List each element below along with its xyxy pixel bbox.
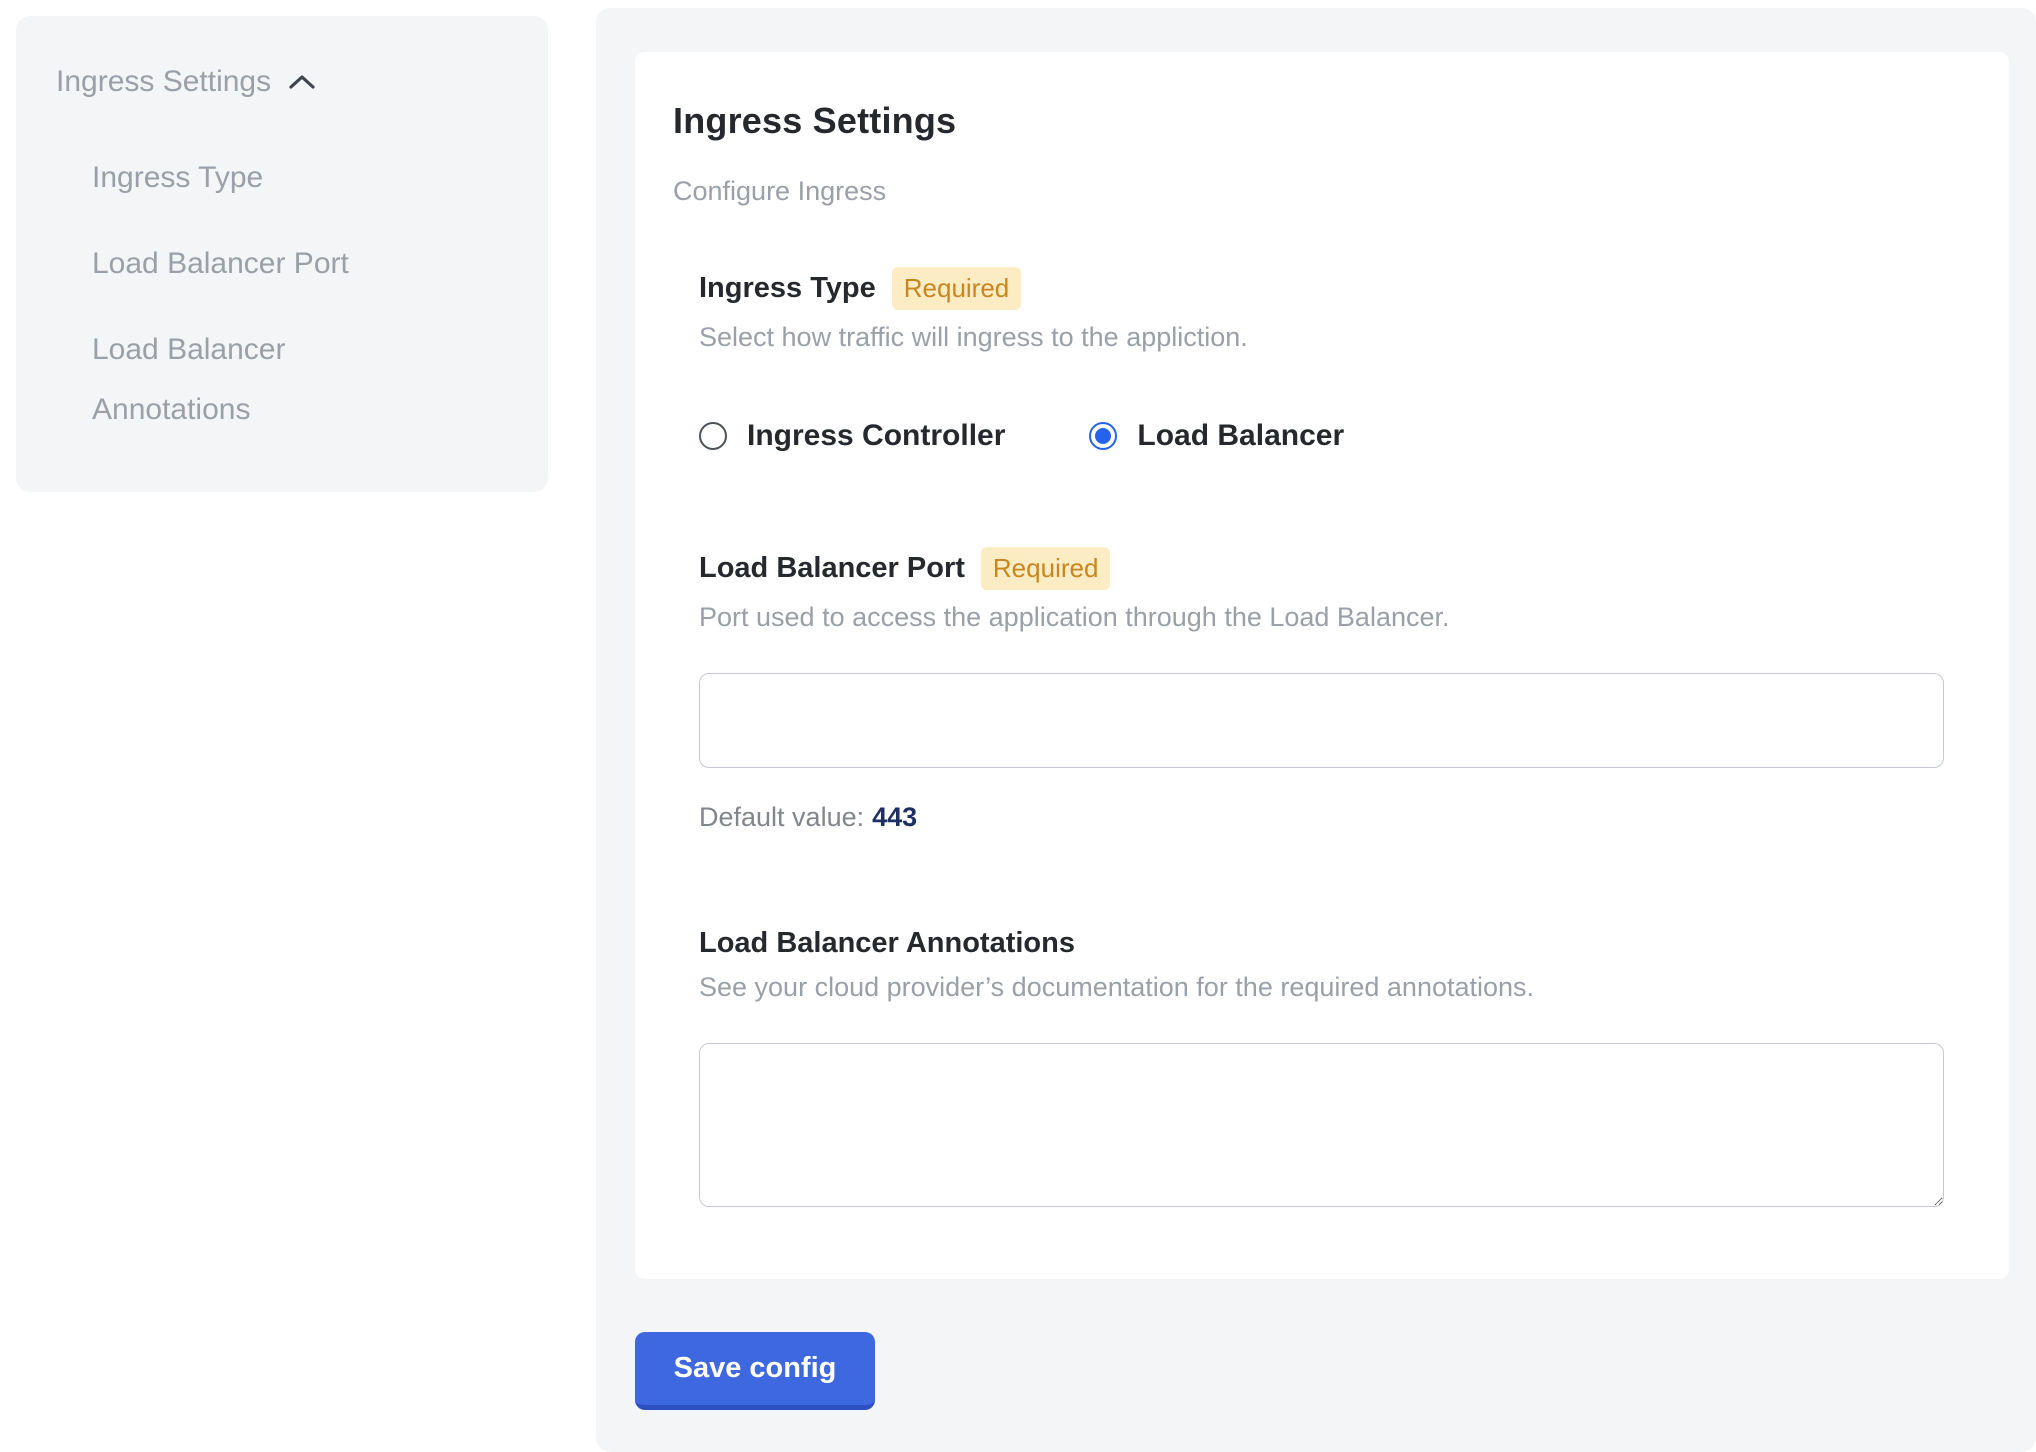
page-subtitle: Configure Ingress bbox=[673, 176, 1971, 207]
sidebar-item-ingress-type[interactable]: Ingress Type bbox=[92, 148, 432, 208]
lb-port-input[interactable] bbox=[699, 673, 1944, 768]
lb-port-default-row: Default value: 443 bbox=[699, 802, 1971, 833]
ingress-type-description: Select how traffic will ingress to the a… bbox=[699, 322, 1971, 353]
sidebar-item-list: Ingress Type Load Balancer Port Load Bal… bbox=[92, 148, 512, 440]
lb-annotations-label: Load Balancer Annotations bbox=[699, 927, 1075, 960]
sidebar-section-label: Ingress Settings bbox=[56, 64, 271, 100]
lb-port-label: Load Balancer Port bbox=[699, 552, 965, 585]
radio-icon[interactable] bbox=[699, 422, 727, 450]
section-load-balancer-port: Load Balancer Port Required Port used to… bbox=[699, 547, 1971, 833]
section-load-balancer-annotations: Load Balancer Annotations See your cloud… bbox=[699, 927, 1971, 1207]
sidebar-item-load-balancer-annotations[interactable]: Load Balancer Annotations bbox=[92, 320, 432, 440]
ingress-type-label: Ingress Type bbox=[699, 272, 876, 305]
lb-annotations-textarea[interactable] bbox=[699, 1043, 1944, 1207]
main-panel: Ingress Settings Configure Ingress Ingre… bbox=[596, 8, 2036, 1452]
required-badge: Required bbox=[981, 547, 1111, 590]
section-ingress-type: Ingress Type Required Select how traffic… bbox=[699, 267, 1971, 453]
lb-annotations-description: See your cloud provider’s documentation … bbox=[699, 972, 1971, 1003]
radio-icon[interactable] bbox=[1089, 422, 1117, 450]
required-badge: Required bbox=[892, 267, 1022, 310]
ingress-settings-card: Ingress Settings Configure Ingress Ingre… bbox=[635, 52, 2009, 1279]
ingress-type-radio-group: Ingress Controller Load Balancer bbox=[699, 419, 1971, 453]
chevron-up-icon bbox=[287, 72, 317, 92]
default-value-label: Default value: bbox=[699, 802, 864, 832]
lb-port-description: Port used to access the application thro… bbox=[699, 602, 1971, 633]
radio-option[interactable]: Load Balancer bbox=[1089, 419, 1344, 453]
radio-label-load-balancer: Load Balancer bbox=[1137, 419, 1344, 453]
radio-option[interactable]: Ingress Controller bbox=[699, 419, 1005, 453]
settings-sidebar: Ingress Settings Ingress Type Load Balan… bbox=[16, 16, 548, 492]
radio-label-ingress-controller: Ingress Controller bbox=[747, 419, 1005, 453]
sidebar-section-ingress-settings[interactable]: Ingress Settings bbox=[56, 64, 512, 100]
sidebar-item-load-balancer-port[interactable]: Load Balancer Port bbox=[92, 234, 432, 294]
default-value: 443 bbox=[872, 802, 917, 832]
save-config-button[interactable]: Save config bbox=[635, 1332, 875, 1410]
page-title: Ingress Settings bbox=[673, 100, 1971, 142]
